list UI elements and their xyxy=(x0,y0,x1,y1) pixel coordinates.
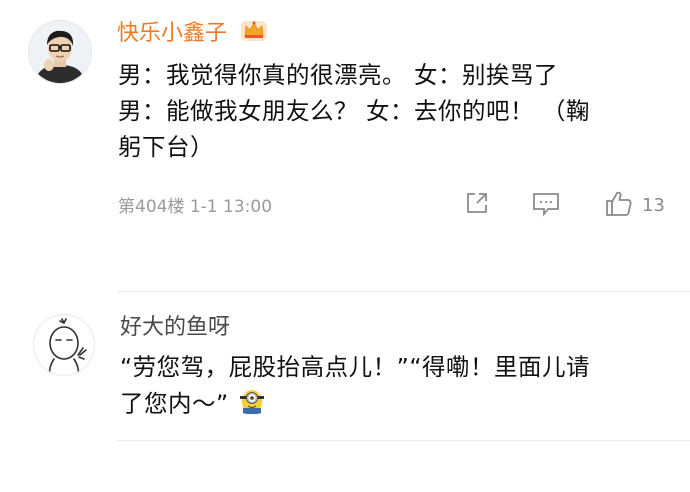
minion-emoji-icon xyxy=(237,385,267,425)
avatar[interactable] xyxy=(33,314,95,376)
comment-button[interactable] xyxy=(531,190,561,223)
share-icon xyxy=(463,189,491,222)
floor-info: 第404楼 1-1 13:00 xyxy=(118,197,273,217)
comment-line: 男：能做我女朋友么？ 女：去你的吧！ （鞠 xyxy=(118,97,590,125)
username-text: 快乐小鑫子 xyxy=(117,21,228,46)
comment-item: 快乐小鑫子 男：我觉得你真的很漂亮。 女：别挨骂了 男：能做我女朋友么？ 女：去… xyxy=(0,0,690,270)
comment-line: 躬下台） xyxy=(118,133,214,161)
divider xyxy=(117,440,690,441)
thumbs-up-icon xyxy=(604,188,634,223)
like-button[interactable]: 13 xyxy=(604,188,665,223)
comment-text: “劳您驾，屁股抬高点儿！”“得嘞！里面儿请 了您内～” xyxy=(120,349,680,425)
comment-item: 好大的鱼呀 “劳您驾，屁股抬高点儿！”“得嘞！里面儿请 了您内～” xyxy=(0,292,690,492)
crown-icon xyxy=(240,18,268,50)
comment-text: 男：我觉得你真的很漂亮。 女：别挨骂了 男：能做我女朋友么？ 女：去你的吧！ （… xyxy=(118,57,678,165)
comment-line: 了您内～” xyxy=(120,385,680,425)
like-count: 13 xyxy=(642,195,665,216)
share-button[interactable] xyxy=(463,189,491,222)
comment-icon xyxy=(531,190,561,223)
comment-line: “劳您驾，屁股抬高点儿！”“得嘞！里面儿请 xyxy=(120,353,591,381)
comment-line-text: 了您内～” xyxy=(120,389,229,418)
comment-line: 男：我觉得你真的很漂亮。 女：别挨骂了 xyxy=(118,61,558,89)
avatar[interactable] xyxy=(28,20,92,84)
username[interactable]: 好大的鱼呀 xyxy=(120,314,230,342)
username[interactable]: 快乐小鑫子 xyxy=(117,18,268,50)
